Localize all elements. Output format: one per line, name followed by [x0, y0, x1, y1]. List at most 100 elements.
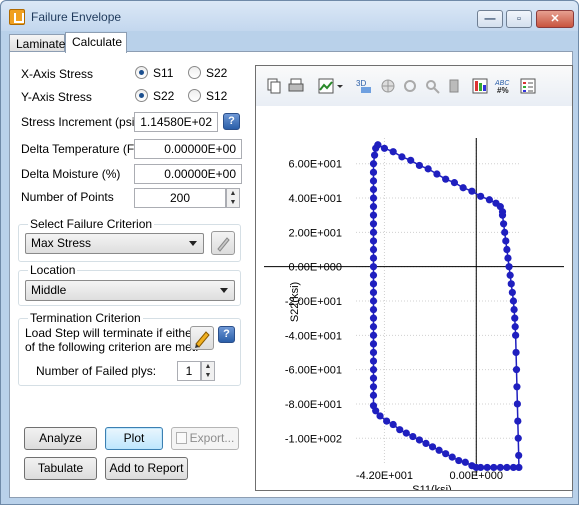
add-to-report-button[interactable]: Add to Report: [105, 457, 188, 480]
chevron-down-icon: [189, 241, 197, 246]
data-point: [409, 432, 417, 441]
y-axis-s12-label[interactable]: S12: [206, 89, 227, 103]
delta-moisture-label: Delta Moisture (%): [21, 167, 121, 181]
copy-icon[interactable]: [266, 78, 282, 94]
data-point: [369, 271, 378, 279]
failure-criterion-title: Select Failure Criterion: [28, 217, 155, 231]
data-point: [442, 450, 450, 458]
tabulate-button[interactable]: Tabulate: [24, 457, 97, 480]
data-point: [369, 314, 378, 322]
window-title: Failure Envelope: [31, 10, 122, 24]
series-line: [372, 144, 520, 469]
data-point: [448, 453, 456, 461]
x-tick-label: 0.00E+000: [450, 470, 504, 482]
number-of-points-spinner[interactable]: ▲ ▼: [226, 188, 240, 208]
stress-increment-help-icon[interactable]: ?: [223, 113, 240, 130]
data-point: [514, 434, 522, 442]
failure-criterion-select[interactable]: Max Stress: [25, 233, 204, 254]
edit-termination-button[interactable]: [190, 326, 214, 350]
data-point: [369, 305, 378, 314]
x-axis-label: S11(ksi): [412, 484, 452, 490]
data-point: [369, 263, 378, 271]
data-point: [477, 192, 485, 200]
data-point: [506, 271, 514, 279]
data-point: [496, 463, 504, 472]
failed-plys-label: Number of Failed plys:: [36, 364, 157, 378]
calculate-panel: X-Axis Stress S11 S22 Y-Axis Stress S22 …: [9, 51, 573, 498]
spin-down-icon[interactable]: ▼: [227, 198, 239, 207]
palette-icon[interactable]: [472, 78, 488, 94]
y-tick-label: -4.00E+001: [285, 330, 342, 342]
delta-temperature-input[interactable]: 0.00000E+00: [134, 139, 242, 159]
data-point: [415, 436, 424, 444]
spin-up-icon[interactable]: ▲: [227, 189, 239, 198]
rotate-icon[interactable]: [402, 78, 418, 94]
data-point: [369, 160, 378, 168]
eraser-icon[interactable]: [446, 78, 462, 94]
data-point: [422, 439, 430, 448]
3d-icon[interactable]: 3D: [356, 78, 374, 94]
y-axis-s22-label[interactable]: S22: [153, 89, 174, 103]
failed-plys-input[interactable]: 1: [177, 361, 201, 381]
analyze-button[interactable]: Analyze: [24, 427, 97, 450]
data-point: [369, 194, 378, 202]
number-of-points-input[interactable]: 200: [134, 188, 226, 208]
data-point: [500, 220, 508, 228]
plot-button[interactable]: Plot: [105, 427, 163, 450]
print-icon[interactable]: [288, 78, 304, 94]
close-button[interactable]: ✕: [536, 10, 574, 28]
y-axis-s12-radio[interactable]: [188, 89, 201, 102]
failed-plys-spinner[interactable]: ▲ ▼: [201, 361, 215, 381]
maximize-icon: ▫: [517, 13, 521, 25]
data-point: [369, 211, 378, 219]
data-point: [369, 237, 378, 245]
data-point: [369, 348, 378, 357]
x-tick-label: -4.20E+001: [356, 470, 413, 482]
location-value: Middle: [31, 283, 67, 297]
data-point: [485, 196, 493, 204]
legend-icon[interactable]: [520, 78, 536, 94]
stress-increment-input[interactable]: 1.14580E+02: [134, 112, 218, 132]
data-point: [490, 463, 498, 472]
data-point: [459, 184, 467, 192]
tab-calculate[interactable]: Calculate: [65, 32, 127, 53]
chart-type-icon[interactable]: [318, 78, 334, 94]
data-point: [514, 417, 522, 425]
dropdown-arrow-icon[interactable]: [336, 78, 344, 94]
spin-down-icon[interactable]: ▼: [202, 371, 214, 380]
maximize-button[interactable]: ▫: [506, 10, 532, 28]
x-axis-s11-label[interactable]: S11: [153, 66, 173, 80]
minimize-button[interactable]: —: [477, 10, 503, 28]
y-axis-stress-label: Y-Axis Stress: [21, 90, 92, 104]
data-point: [502, 237, 510, 245]
data-point: [369, 340, 378, 348]
zoom-icon[interactable]: [424, 78, 440, 94]
data-point: [468, 462, 476, 470]
data-point: [369, 323, 378, 331]
data-point: [369, 245, 378, 254]
x-axis-s22-radio[interactable]: [188, 66, 201, 79]
y-tick-label: -1.00E+002: [285, 433, 342, 445]
data-point: [498, 211, 507, 219]
edit-criterion-button[interactable]: [211, 231, 235, 255]
data-point: [369, 177, 378, 185]
export-button[interactable]: Export...: [171, 427, 239, 450]
delta-moisture-input[interactable]: 0.00000E+00: [134, 164, 242, 184]
y-tick-label: 2.00E+001: [288, 227, 342, 239]
pan-icon[interactable]: [380, 78, 396, 94]
y-axis-s22-radio[interactable]: [135, 89, 148, 102]
location-select[interactable]: Middle: [25, 280, 235, 301]
data-point: [512, 366, 521, 374]
spin-up-icon[interactable]: ▲: [202, 362, 214, 371]
data-point: [369, 203, 378, 211]
data-point: [369, 168, 378, 176]
data-point: [380, 144, 389, 152]
number-format-icon[interactable]: ABC#%: [494, 78, 514, 94]
termination-help-icon[interactable]: ?: [218, 326, 235, 343]
x-axis-s22-label[interactable]: S22: [206, 66, 227, 80]
x-axis-s11-radio[interactable]: [135, 66, 148, 79]
data-point: [513, 383, 521, 391]
failure-envelope-chart: 6.00E+0014.00E+0012.00E+0010.00E+000-2.0…: [264, 138, 564, 490]
failure-envelope-window: Failure Envelope — ▫ ✕ Laminate Calculat…: [0, 0, 579, 505]
data-point: [424, 165, 432, 173]
